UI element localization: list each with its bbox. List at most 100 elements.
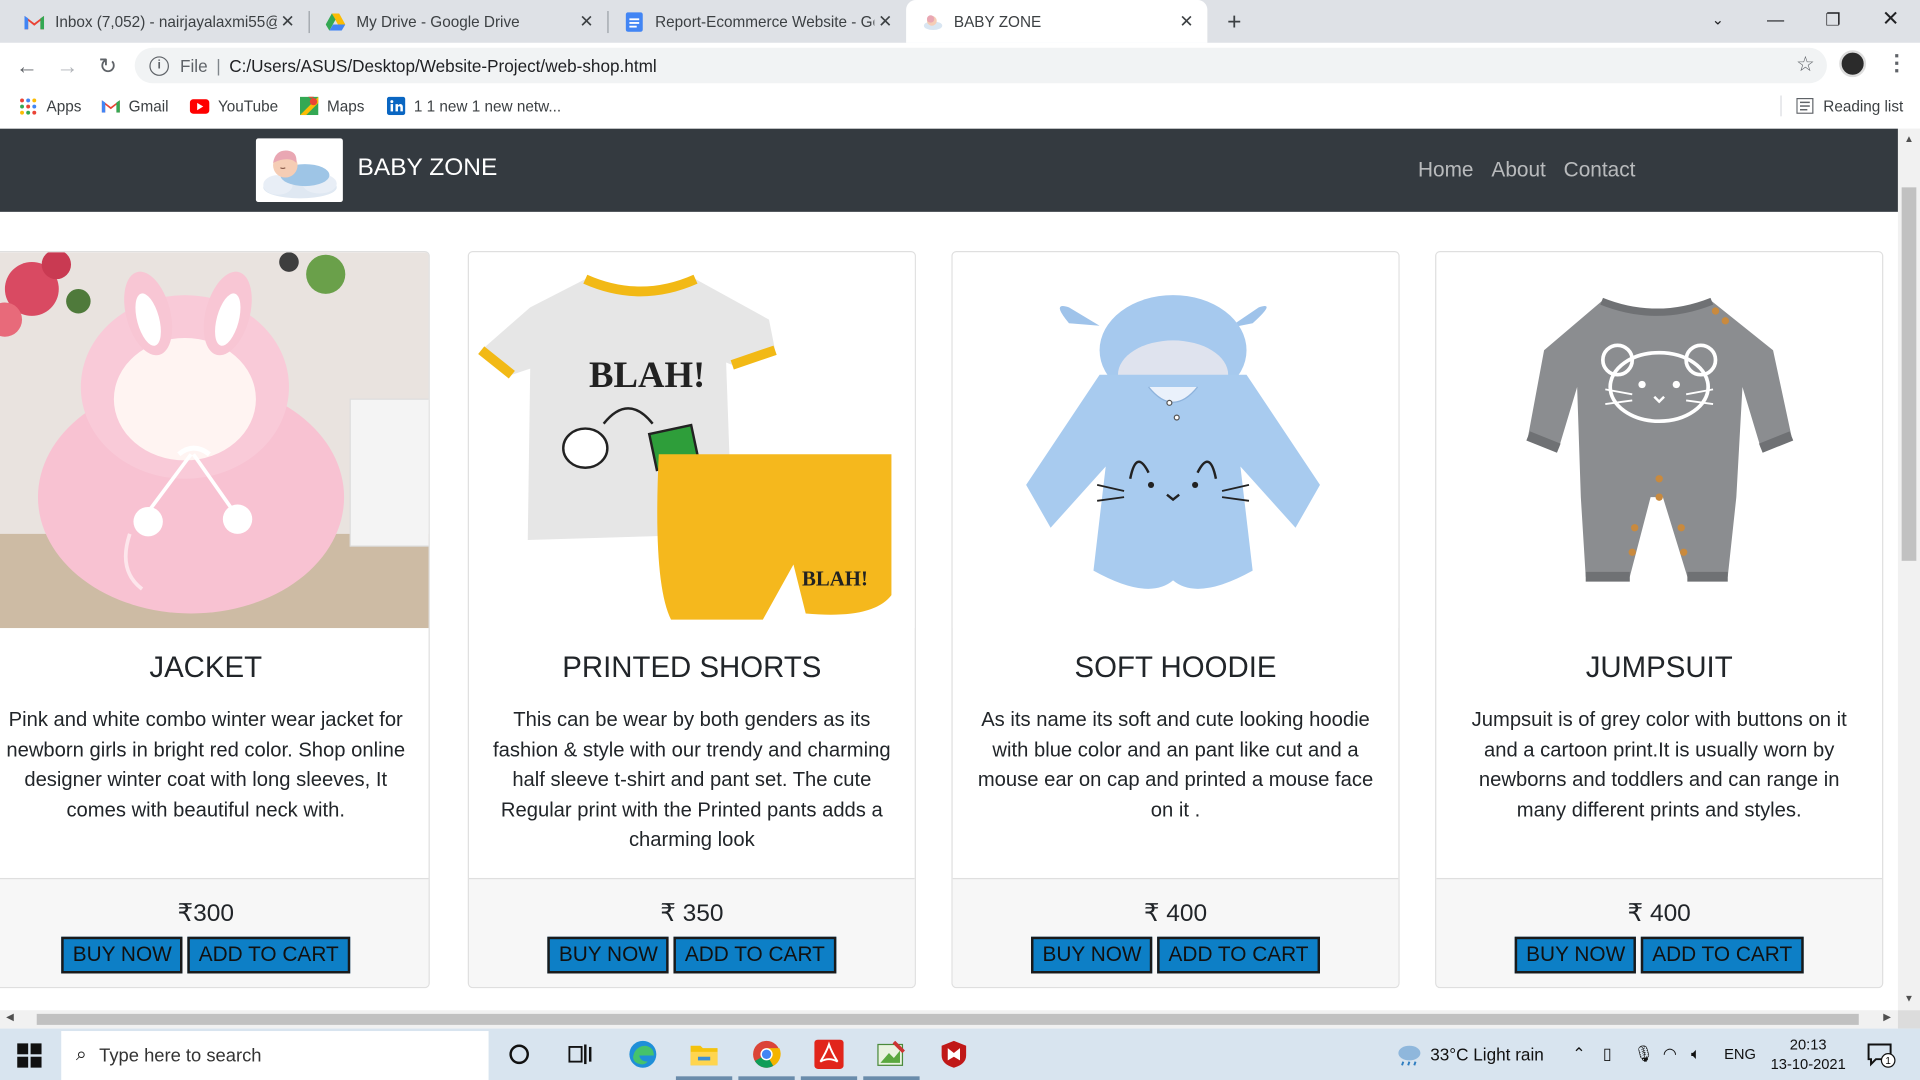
product-title: JACKET	[149, 651, 263, 685]
buy-now-button[interactable]: BUY NOW	[1515, 936, 1637, 974]
tab-google-drive[interactable]: My Drive - Google Drive ✕	[309, 0, 608, 43]
address-bar[interactable]: i File | C:/Users/ASUS/Desktop/Website-P…	[134, 47, 1827, 84]
product-card-printed-shorts: BLAH! BLAH! PRINTED SHORTS This can be w…	[467, 251, 916, 989]
close-icon[interactable]: ✕	[277, 10, 299, 32]
bookmarks-bar: Apps Gmail YouTube Maps 1 1 new 1 new ne…	[0, 88, 1920, 124]
tab-search-chevron-icon[interactable]: ⌄	[1690, 0, 1746, 39]
tab-title: Report-Ecommerce Website - Go	[655, 12, 875, 31]
product-image-soft-hoodie[interactable]	[952, 252, 1399, 629]
tab-google-docs[interactable]: Report-Ecommerce Website - Go ✕	[607, 0, 906, 43]
shirt-print-text: BLAH!	[589, 354, 705, 395]
edge-icon[interactable]	[627, 1038, 659, 1070]
bookmark-linkedin[interactable]: 1 1 new 1 new netw...	[386, 96, 561, 117]
product-actions: BUY NOW ADD TO CART	[0, 936, 429, 974]
window-close-button[interactable]: ✕	[1862, 0, 1918, 39]
vertical-scroll-thumb[interactable]	[1901, 187, 1917, 561]
close-icon[interactable]: ✕	[1176, 10, 1198, 32]
acrobat-reader-icon[interactable]	[813, 1038, 845, 1070]
windows-start-icon[interactable]	[17, 1043, 42, 1068]
forward-arrow-icon[interactable]: →	[51, 50, 83, 82]
reload-icon[interactable]: ↻	[92, 50, 124, 82]
nav-home-link[interactable]: Home	[1418, 158, 1474, 182]
language-indicator[interactable]: ENG	[1724, 1046, 1756, 1063]
bookmark-label: Gmail	[128, 97, 169, 115]
wifi-icon[interactable]: ◠	[1663, 1044, 1677, 1064]
new-tab-button[interactable]: +	[1220, 7, 1249, 36]
bookmark-label: Apps	[46, 97, 82, 115]
buy-now-button[interactable]: BUY NOW	[1031, 936, 1153, 974]
product-price: ₹ 400	[1627, 900, 1691, 927]
system-clock[interactable]: 20:13 13-10-2021	[1771, 1035, 1846, 1074]
battery-icon[interactable]: ▯	[1603, 1044, 1612, 1064]
product-title: JUMPSUIT	[1585, 651, 1733, 685]
product-image-jumpsuit[interactable]	[1436, 252, 1883, 629]
restore-button[interactable]: ❐	[1805, 0, 1861, 39]
tab-gmail[interactable]: Inbox (7,052) - nairjayalaxmi55@ ✕	[7, 0, 308, 43]
tab-baby-zone[interactable]: BABY ZONE ✕	[906, 0, 1208, 43]
reading-list[interactable]: Reading list	[1795, 96, 1903, 117]
chrome-icon[interactable]	[751, 1038, 783, 1070]
paint-app-icon[interactable]	[876, 1038, 908, 1070]
product-description: As its name its soft and cute looking ho…	[977, 708, 1374, 822]
weather-text[interactable]: 33°C Light rain	[1430, 1044, 1544, 1064]
task-view-icon[interactable]	[564, 1038, 596, 1070]
product-image-printed-shorts[interactable]: BLAH! BLAH!	[468, 252, 915, 629]
tab-title: My Drive - Google Drive	[356, 12, 520, 31]
notification-center-icon[interactable]: 1	[1864, 1038, 1896, 1070]
taskbar-search-box[interactable]: ⌕ Type here to search	[61, 1031, 489, 1080]
microphone-icon[interactable]: 🎙︎	[1633, 1044, 1653, 1064]
nav-about-link[interactable]: About	[1491, 158, 1545, 182]
product-title: PRINTED SHORTS	[562, 651, 822, 685]
product-price: ₹ 400	[1143, 900, 1208, 927]
active-app-indicator	[800, 1076, 858, 1080]
brand-name[interactable]: BABY ZONE	[358, 154, 498, 182]
brand-logo[interactable]	[255, 138, 343, 203]
clock-date: 13-10-2021	[1770, 1055, 1846, 1073]
weather-rain-icon[interactable]	[1393, 1038, 1425, 1070]
desktop-screen: Inbox (7,052) - nairjayalaxmi55@ ✕ My Dr…	[0, 0, 1920, 1080]
nav-contact-link[interactable]: Contact	[1564, 158, 1636, 182]
baby-favicon	[923, 12, 943, 32]
bookmark-youtube[interactable]: YouTube	[189, 96, 278, 117]
bookmark-apps[interactable]: Apps	[18, 96, 81, 117]
add-to-cart-button[interactable]: ADD TO CART	[187, 936, 350, 974]
scroll-left-arrow-icon[interactable]: ◀	[6, 1011, 14, 1022]
mcafee-icon[interactable]	[938, 1038, 970, 1070]
product-footer: ₹300 BUY NOW ADD TO CART	[0, 877, 429, 987]
scroll-down-arrow-icon[interactable]: ▼	[1904, 993, 1914, 1004]
bookmarks-divider	[1780, 95, 1782, 117]
scroll-right-arrow-icon[interactable]: ▶	[1883, 1011, 1891, 1022]
menu-kebab-icon[interactable]: ⋮	[1886, 50, 1908, 76]
add-to-cart-button[interactable]: ADD TO CART	[1641, 936, 1804, 974]
product-footer: ₹ 350 BUY NOW ADD TO CART	[468, 877, 915, 987]
page-viewport: BABY ZONE Home About Contact JACKET Pink…	[0, 128, 1898, 1011]
buy-now-button[interactable]: BUY NOW	[547, 936, 669, 974]
close-icon[interactable]: ✕	[874, 10, 896, 32]
back-arrow-icon[interactable]: ←	[11, 50, 43, 82]
buy-now-button[interactable]: BUY NOW	[61, 936, 183, 974]
minimize-button[interactable]: —	[1747, 0, 1803, 39]
volume-icon[interactable]: 🔈︎	[1691, 1044, 1701, 1064]
product-price: ₹300	[177, 900, 234, 927]
maps-icon	[299, 96, 319, 116]
bookmark-maps[interactable]: Maps	[299, 96, 365, 117]
cortana-icon[interactable]	[503, 1038, 535, 1070]
horizontal-scroll-thumb[interactable]	[36, 1013, 1859, 1025]
close-icon[interactable]: ✕	[576, 10, 598, 32]
tray-chevron-up-icon[interactable]: ⌃	[1572, 1044, 1585, 1064]
add-to-cart-button[interactable]: ADD TO CART	[1157, 936, 1320, 974]
profile-avatar[interactable]	[1839, 50, 1867, 78]
product-image-jacket[interactable]	[0, 252, 429, 629]
scroll-up-arrow-icon[interactable]: ▲	[1904, 133, 1914, 144]
bookmark-gmail[interactable]: Gmail	[100, 96, 169, 117]
reading-list-label: Reading list	[1823, 97, 1904, 115]
notification-count-badge: 1	[1880, 1053, 1896, 1068]
bookmark-star-icon[interactable]: ☆	[1796, 53, 1815, 77]
horizontal-scrollbar[interactable]: ◀ ▶	[0, 1010, 1898, 1029]
add-to-cart-button[interactable]: ADD TO CART	[673, 936, 836, 974]
info-icon[interactable]: i	[149, 55, 169, 76]
url-divider: |	[216, 55, 221, 76]
bookmark-label: Maps	[326, 97, 365, 115]
vertical-scrollbar[interactable]: ▲ ▼	[1897, 128, 1920, 1011]
file-explorer-icon[interactable]	[688, 1038, 720, 1070]
